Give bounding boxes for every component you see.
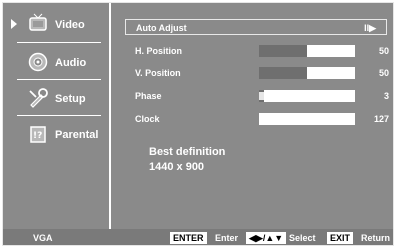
sidebar-item-parental[interactable]: !? Parental [7,119,107,149]
footer-bar: VGA ENTER Enter ◀▶/▲▼ Select EXIT Return [3,229,393,245]
video-settings-panel: Auto Adjust II▶ H. Position 50 V. Positi… [121,19,391,189]
auto-adjust-label: Auto Adjust [136,23,187,33]
setting-label: V. Position [135,68,181,78]
setting-label: H. Position [135,46,182,56]
svg-text:!?: !? [33,131,42,141]
enter-key-badge: ENTER [170,232,207,244]
sidebar-item-label: Parental [55,129,99,141]
sidebar-item-label: Video [55,19,85,31]
setting-value: 127 [373,114,389,124]
slider-fill [259,67,307,79]
enter-arrow-icon: II▶ [364,23,376,33]
setting-value: 50 [378,68,389,78]
setting-value: 3 [383,91,389,101]
setting-row-v-position[interactable]: V. Position 50 [121,64,391,82]
sidebar-item-video[interactable]: Video [7,9,107,39]
video-tv-icon [27,13,49,35]
best-definition-resolution: 1440 x 900 [149,161,205,173]
sidebar-divider [17,115,101,116]
enter-key-label: Enter [215,233,239,243]
sidebar-item-setup[interactable]: Setup [7,83,107,113]
setup-tools-icon [27,87,49,109]
select-key-label: Select [289,233,316,243]
sidebar-divider [17,42,101,43]
setting-row-phase[interactable]: Phase 3 [121,87,391,105]
exit-key-badge: EXIT [327,232,354,244]
sidebar: Video Audio Setup !? Parental [3,3,111,229]
best-definition-title: Best definition [149,146,226,158]
input-mode-label: VGA [33,233,53,243]
setting-row-clock[interactable]: Clock 127 [121,110,391,128]
setting-row-h-position[interactable]: H. Position 50 [121,42,391,60]
setting-value: 50 [378,46,389,56]
exit-key-label: Return [361,233,390,243]
slider-knob [259,92,264,100]
sidebar-item-label: Setup [55,93,86,105]
sidebar-divider [17,79,101,80]
sidebar-item-label: Audio [55,57,87,69]
selected-arrow-icon [11,19,17,29]
audio-speaker-icon [27,51,49,73]
sidebar-item-audio[interactable]: Audio [7,47,107,77]
setting-label: Clock [135,114,160,124]
auto-adjust-item[interactable]: Auto Adjust II▶ [125,19,387,35]
setting-slider[interactable] [259,45,355,57]
select-arrows-icon: ◀▶/▲▼ [246,232,287,244]
setting-slider[interactable] [259,67,355,79]
parental-lock-icon: !? [27,123,49,145]
setting-slider[interactable] [259,90,355,102]
best-definition-info: Best definition 1440 x 900 [149,145,225,175]
setting-slider[interactable] [259,113,355,125]
slider-fill [259,45,307,57]
osd-menu: Video Audio Setup !? Parental Auto Adjus… [2,2,394,246]
setting-label: Phase [135,91,162,101]
